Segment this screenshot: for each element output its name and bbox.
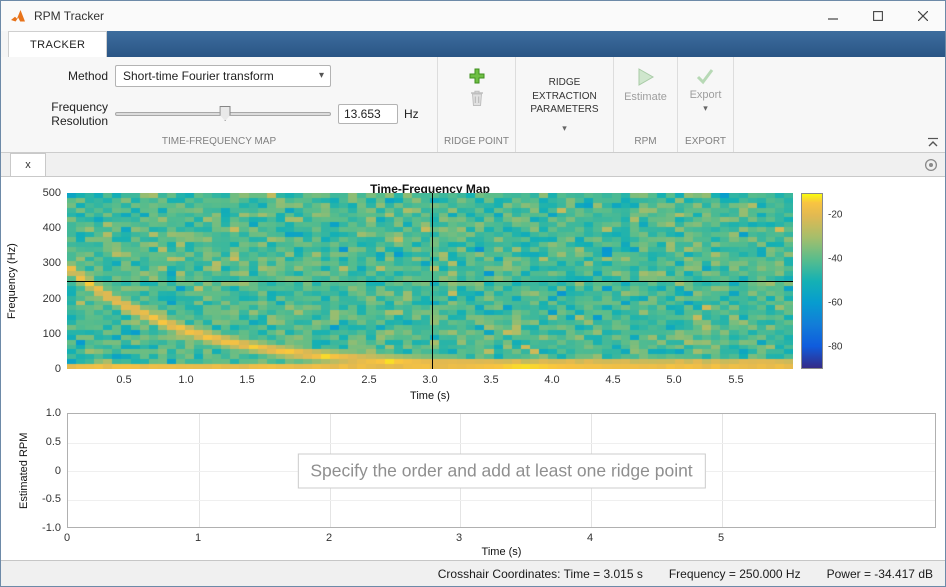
collapse-icon xyxy=(928,137,938,147)
colorbar-tick: -60 xyxy=(828,297,843,309)
status-power: Power = -34.417 dB xyxy=(826,566,933,581)
tf-xlabel: Time (s) xyxy=(410,390,450,402)
tf-x-tick: 1.0 xyxy=(178,374,194,386)
ridge-point-placeholder-message: Specify the order and add at least one r… xyxy=(297,453,706,488)
plus-icon xyxy=(469,68,484,84)
section-label-rpm: RPM xyxy=(634,136,657,147)
colorbar-tick: -80 xyxy=(828,341,843,353)
window-title: RPM Tracker xyxy=(34,9,105,23)
tf-x-tick: 1.5 xyxy=(239,374,255,386)
section-label-time-frequency-map: TIME-FREQUENCY MAP xyxy=(161,136,277,147)
export-button-label: Export xyxy=(689,89,722,101)
colorbar xyxy=(801,193,823,369)
tf-x-tick: 3.0 xyxy=(422,374,438,386)
title-bar: RPM Tracker xyxy=(1,1,945,31)
tf-y-tick: 200 xyxy=(42,293,61,305)
status-frequency: Frequency = 250.000 Hz xyxy=(668,566,801,581)
method-dropdown[interactable]: Short-time Fourier transform ▾ xyxy=(115,65,331,87)
tf-x-tick: 2.5 xyxy=(361,374,377,386)
toolstrip-tab-bar: TRACKER xyxy=(1,31,945,57)
section-ridge-extraction-parameters: RIDGE EXTRACTION PARAMETERS ▾ xyxy=(516,57,614,152)
tf-axes xyxy=(67,193,793,369)
export-button[interactable]: Export ▾ xyxy=(689,66,722,113)
colorbar-tick: -40 xyxy=(828,253,843,265)
colorbar-tick: -20 xyxy=(828,209,843,221)
tf-x-tick: 5.5 xyxy=(728,374,744,386)
rpm-y-tick: 0.5 xyxy=(45,436,61,448)
figure-options-icon[interactable] xyxy=(924,158,938,172)
tf-y-tick: 300 xyxy=(42,257,61,269)
rpm-x-tick: 0 xyxy=(63,532,71,544)
tf-x-tick: 2.0 xyxy=(300,374,316,386)
status-crosshair-coordinates: Crosshair Coordinates: Time = 3.015 s xyxy=(437,566,643,581)
trash-icon xyxy=(470,90,483,106)
play-icon xyxy=(638,68,655,86)
chevron-down-icon: ▾ xyxy=(318,70,324,81)
add-ridge-point-button[interactable] xyxy=(466,65,488,87)
window-controls xyxy=(810,1,945,31)
frequency-resolution-label: Frequency Resolution xyxy=(51,100,108,128)
tf-x-tick: 4.5 xyxy=(605,374,621,386)
rpm-x-tick: 5 xyxy=(717,532,725,544)
tf-x-tick: 4.0 xyxy=(544,374,560,386)
rpm-x-tick: 4 xyxy=(586,532,594,544)
toolstrip: Method Short-time Fourier transform ▾ Fr… xyxy=(1,57,945,153)
delete-ridge-point-button[interactable] xyxy=(467,87,487,109)
gridline xyxy=(68,443,935,444)
check-icon xyxy=(697,69,714,85)
section-ridge-point: RIDGE POINT xyxy=(438,57,516,152)
matlab-logo-icon xyxy=(10,8,26,24)
ridge-extraction-parameters-label: RIDGE EXTRACTION PARAMETERS xyxy=(530,77,599,116)
gridline xyxy=(68,500,935,501)
tf-y-tick: 100 xyxy=(42,328,61,340)
tf-y-tick: 500 xyxy=(42,187,61,199)
tf-spectrogram-canvas[interactable] xyxy=(67,193,793,369)
tf-x-tick: 3.5 xyxy=(483,374,499,386)
section-label-ridge-point: RIDGE POINT xyxy=(443,136,509,147)
section-export: Export ▾ EXPORT xyxy=(678,57,734,152)
maximize-button[interactable] xyxy=(855,1,900,31)
rpm-y-tick: -0.5 xyxy=(42,493,61,505)
rpm-x-tick: 2 xyxy=(325,532,333,544)
close-button[interactable] xyxy=(900,1,945,31)
ridge-extraction-parameters-button[interactable]: RIDGE EXTRACTION PARAMETERS ▾ xyxy=(516,57,613,152)
chevron-down-icon: ▾ xyxy=(562,122,567,133)
document-tab-bar: x xyxy=(1,153,945,177)
rpm-x-tick: 3 xyxy=(455,532,463,544)
frequency-resolution-unit: Hz xyxy=(404,107,419,121)
tf-ylabel: Frequency (Hz) xyxy=(6,243,18,319)
rpm-x-tick: 1 xyxy=(194,532,202,544)
rpm-y-tick: 1.0 xyxy=(45,407,61,419)
tf-x-tick: 0.5 xyxy=(116,374,132,386)
section-label-export: EXPORT xyxy=(685,136,726,147)
rpm-axes: Specify the order and add at least one r… xyxy=(67,413,936,528)
tf-y-tick: 400 xyxy=(42,222,61,234)
tab-tracker[interactable]: TRACKER xyxy=(8,31,108,57)
section-time-frequency-map: Method Short-time Fourier transform ▾ Fr… xyxy=(1,57,438,152)
tf-x-tick: 5.0 xyxy=(666,374,682,386)
rpm-y-tick: 0 xyxy=(54,465,61,477)
rpm-y-tick: -1.0 xyxy=(42,522,61,534)
slider-thumb[interactable] xyxy=(219,106,231,121)
status-bar: Crosshair Coordinates: Time = 3.015 s Fr… xyxy=(1,560,945,586)
chevron-down-icon: ▾ xyxy=(703,103,708,113)
app-window: RPM Tracker TRACKER Method Short-time Fo… xyxy=(0,0,946,587)
frequency-resolution-slider[interactable] xyxy=(115,105,331,123)
document-tab-x[interactable]: x xyxy=(10,153,46,176)
estimate-button[interactable]: Estimate xyxy=(624,66,667,103)
tf-y-tick: 0 xyxy=(54,363,61,375)
section-rpm: Estimate RPM xyxy=(614,57,678,152)
figure-panel: Time-Frequency Map Frequency (Hz) 500 40… xyxy=(1,177,945,560)
tab-bar-filler xyxy=(107,31,945,57)
rpm-xlabel: Time (s) xyxy=(481,546,522,558)
bullseye-icon xyxy=(924,158,938,171)
frequency-resolution-input[interactable] xyxy=(338,104,398,124)
method-label: Method xyxy=(67,69,108,83)
minimize-button[interactable] xyxy=(810,1,855,31)
collapse-toolstrip-button[interactable] xyxy=(926,137,940,148)
estimate-button-label: Estimate xyxy=(624,91,667,103)
method-dropdown-value: Short-time Fourier transform xyxy=(123,69,274,83)
tab-bar-spacer xyxy=(1,31,8,57)
